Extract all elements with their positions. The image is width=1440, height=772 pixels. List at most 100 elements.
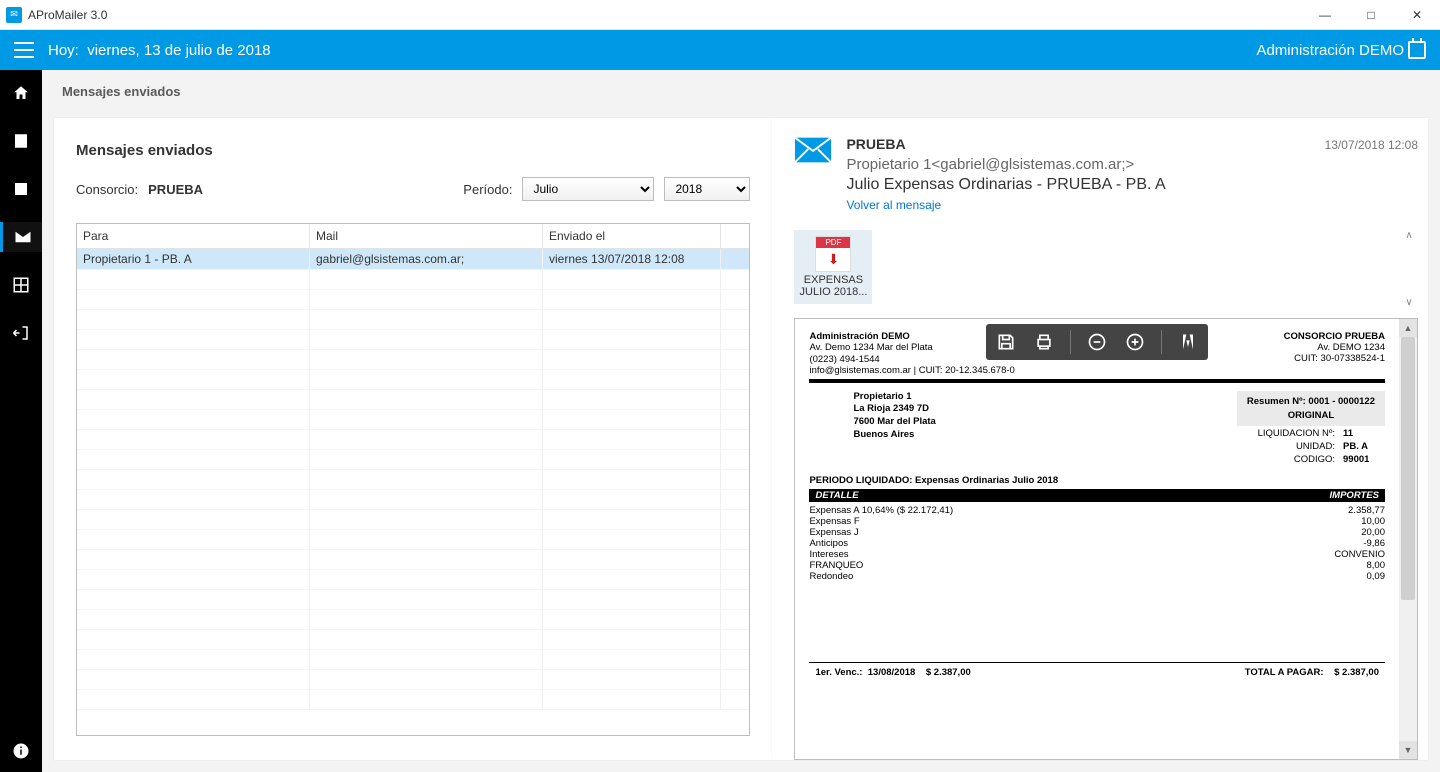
pdf-band-importes: IMPORTES (1330, 490, 1379, 501)
pdf-dest-dir3: Buenos Aires (853, 429, 935, 442)
pdf-original: ORIGINAL (1247, 410, 1375, 421)
pdf-detail-line: FRANQUEO8,00 (809, 560, 1385, 571)
pdf-consorcio-addr: Av. DEMO 1234 (1284, 342, 1385, 353)
pdf-periodo: PERIODO LIQUIDADO: Expensas Ordinarias J… (809, 475, 1385, 486)
table-row-empty (77, 330, 749, 350)
period-year-select[interactable]: 2018 (664, 177, 750, 201)
sidebar-contact[interactable] (0, 174, 42, 204)
window-minimize-button[interactable]: — (1302, 0, 1348, 30)
table-row-empty (77, 450, 749, 470)
pdf-save-button[interactable] (994, 330, 1018, 354)
attachment-filename: EXPENSAS JULIO 2018... (798, 274, 868, 298)
table-row-empty (77, 610, 749, 630)
today-label: Hoy: viernes, 13 de julio de 2018 (48, 42, 271, 59)
pdf-codigo-val: 99001 (1343, 454, 1385, 465)
pdf-detail-line: Anticipos-9,86 (809, 538, 1385, 549)
panel-title: Mensajes enviados (76, 142, 750, 159)
pdf-liq-lbl: LIQUIDACION Nº: (1258, 428, 1335, 439)
sent-messages-panel: Mensajes enviados Consorcio: PRUEBA Perí… (54, 118, 772, 760)
pdf-dest-nombre: Propietario 1 (853, 391, 935, 404)
pdf-zoom-in-button[interactable] (1123, 330, 1147, 354)
back-to-message-link[interactable]: Volver al mensaje (846, 198, 941, 212)
pdf-unidad-val: PB. A (1343, 441, 1385, 452)
table-row-empty (77, 410, 749, 430)
sidebar-home[interactable] (0, 78, 42, 108)
pdf-detail-line: Expensas A 10,64% ($ 22.172,41)2.358,77 (809, 505, 1385, 516)
consorcio-label: Consorcio: (76, 182, 138, 197)
pdf-zoom-out-button[interactable] (1085, 330, 1109, 354)
table-row-empty (77, 270, 749, 290)
pdf-admin-addr: Av. Demo 1234 Mar del Plata (809, 342, 1014, 353)
table-row-empty (77, 390, 749, 410)
pdf-unidad-lbl: UNIDAD: (1296, 441, 1335, 452)
table-row-empty (77, 590, 749, 610)
grid-header-para[interactable]: Para (77, 224, 310, 248)
attachment-scrollbar[interactable]: ∧ ∨ (1400, 230, 1418, 308)
sidebar-building[interactable] (0, 126, 42, 156)
sidebar-module[interactable] (0, 270, 42, 300)
window-maximize-button[interactable]: □ (1348, 0, 1394, 30)
pdf-detail-line: Expensas J20,00 (809, 527, 1385, 538)
table-row-empty (77, 570, 749, 590)
pdf-consorcio-name: CONSORCIO PRUEBA (1284, 331, 1385, 342)
pdf-resumen-num: Resumen Nº: 0001 - 0000122 (1247, 396, 1375, 407)
admin-selector[interactable]: Administración DEMO (1256, 41, 1426, 59)
table-row-empty (77, 670, 749, 690)
message-from: Propietario 1<gabriel@glsistemas.com.ar;… (846, 156, 1418, 173)
message-consorcio: PRUEBA (846, 136, 905, 152)
sidebar (0, 70, 42, 772)
pdf-detail-line: Redondeo0,09 (809, 571, 1385, 582)
sidebar-mail[interactable] (0, 222, 42, 252)
scrollbar-thumb[interactable] (1401, 337, 1415, 600)
app-title: AProMailer 3.0 (28, 8, 107, 22)
window-titlebar: ✉ AProMailer 3.0 — □ ✕ (0, 0, 1440, 30)
pdf-total-lbl: TOTAL A PAGAR: (1245, 667, 1324, 678)
sidebar-exit[interactable] (0, 318, 42, 348)
pdf-adobe-button[interactable] (1176, 330, 1200, 354)
scroll-down-icon[interactable]: ▼ (1399, 741, 1417, 759)
grid-header-mail[interactable]: Mail (310, 224, 543, 248)
pdf-dest-dir1: La Rioja 2349 7D (853, 403, 935, 416)
pdf-file-icon (815, 236, 851, 272)
table-row-empty (77, 550, 749, 570)
pdf-consorcio-cuit: CUIT: 30-07338524-1 (1284, 353, 1385, 364)
table-row-empty (77, 650, 749, 670)
pdf-total-amt: $ 2.387,00 (1334, 667, 1379, 678)
attachment-pdf[interactable]: EXPENSAS JULIO 2018... (794, 230, 872, 304)
pdf-toolbar (986, 324, 1208, 360)
pdf-print-button[interactable] (1032, 330, 1056, 354)
calendar-icon (1408, 41, 1426, 59)
window-close-button[interactable]: ✕ (1394, 0, 1440, 30)
pdf-admin-name: Administración DEMO (809, 331, 1014, 342)
pdf-admin-tel: (0223) 494-1544 (809, 354, 1014, 365)
table-row-empty (77, 490, 749, 510)
period-month-select[interactable]: Julio (522, 177, 654, 201)
table-row-empty (77, 350, 749, 370)
periodo-label: Período: (463, 182, 512, 197)
scroll-down-icon[interactable]: ∨ (1405, 297, 1412, 308)
table-row-empty (77, 470, 749, 490)
table-row-empty (77, 370, 749, 390)
topbar: Hoy: viernes, 13 de julio de 2018 Admini… (0, 30, 1440, 70)
consorcio-value: PRUEBA (148, 182, 203, 197)
table-row-empty (77, 690, 749, 710)
table-row-empty (77, 290, 749, 310)
messages-grid: Para Mail Enviado el Propietario 1 - PB.… (76, 223, 750, 736)
pdf-scrollbar[interactable]: ▲ ▼ (1399, 319, 1417, 759)
table-row[interactable]: Propietario 1 - PB. Agabriel@glsistemas.… (77, 249, 749, 270)
mail-icon (794, 136, 832, 164)
hamburger-menu-button[interactable] (14, 40, 34, 60)
pdf-venc-lbl: 1er. Venc.: (815, 667, 862, 678)
pdf-codigo-lbl: CODIGO: (1294, 454, 1335, 465)
sidebar-info[interactable] (0, 730, 42, 772)
pdf-venc-date: 13/08/2018 (868, 667, 916, 678)
scroll-up-icon[interactable]: ▲ (1399, 319, 1417, 337)
grid-header-enviado[interactable]: Enviado el (543, 224, 721, 248)
message-datetime: 13/07/2018 12:08 (1325, 138, 1418, 152)
table-row-empty (77, 310, 749, 330)
message-subject: Julio Expensas Ordinarias - PRUEBA - PB.… (846, 176, 1418, 194)
scroll-up-icon[interactable]: ∧ (1405, 230, 1412, 241)
pdf-band-detalle: DETALLE (815, 490, 858, 501)
pdf-dest-dir2: 7600 Mar del Plata (853, 416, 935, 429)
pdf-detail-line: InteresesCONVENIO (809, 549, 1385, 560)
